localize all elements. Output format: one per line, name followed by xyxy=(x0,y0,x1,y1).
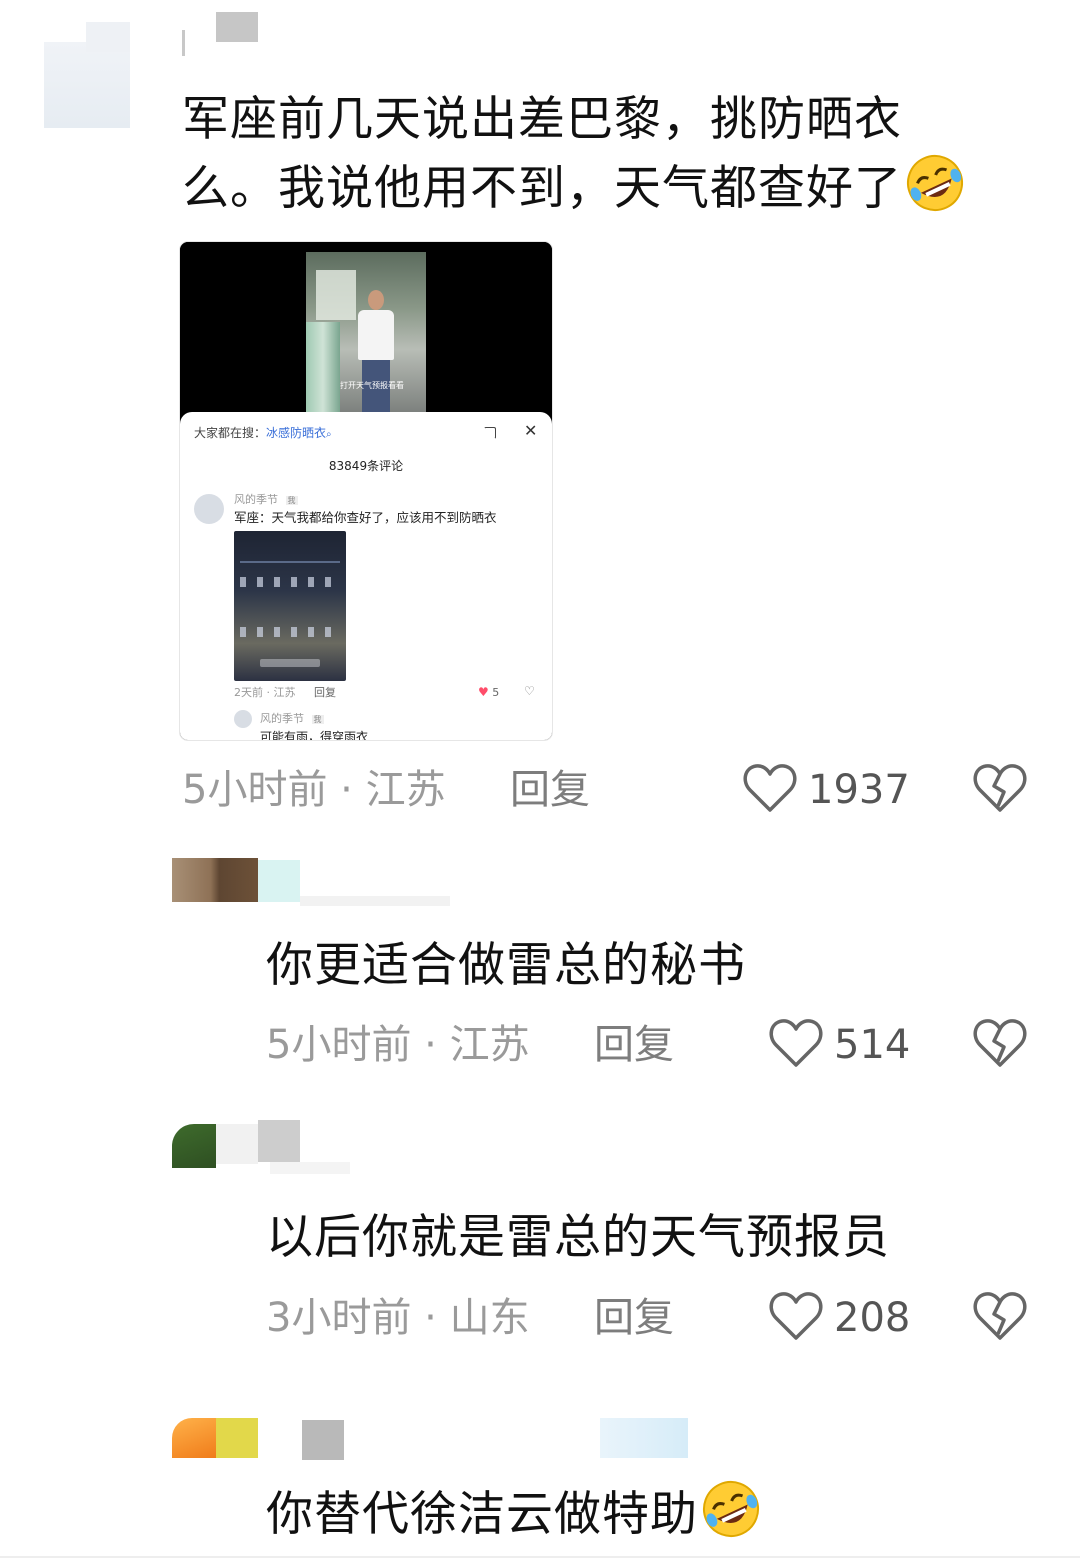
comment-text-line1: 军座前几天说出差巴黎，挑防晒衣 xyxy=(182,92,902,147)
rofl-emoji xyxy=(902,152,968,231)
inner-username[interactable]: 风的季节 我 xyxy=(234,492,298,509)
heart-outline-icon[interactable] xyxy=(742,762,798,814)
comment-text: 你更适合做雷总的秘书 xyxy=(266,938,746,993)
author-tag: 我 xyxy=(285,496,298,505)
inner-comment-text: 军座：天气我都给你查好了，应该用不到防晒衣 xyxy=(234,510,497,525)
time-location: 3小时前 · 山东 xyxy=(266,1295,530,1341)
video-area: 打开天气预报看看 xyxy=(180,242,552,414)
bottom-divider xyxy=(0,1556,1080,1558)
avatar-blurred-top xyxy=(86,22,130,52)
heart-outline-icon[interactable] xyxy=(768,1017,824,1069)
comment-text: 军座前几天说出差巴黎，挑防晒衣 么。我说他用不到，天气都查好了 xyxy=(182,88,1062,231)
username-blurred-under xyxy=(300,896,450,906)
search-term-link[interactable]: 冰感防晒衣 xyxy=(266,426,326,440)
like-count: 514 xyxy=(834,1022,911,1068)
username-fragment xyxy=(182,30,199,56)
inner-reply-button[interactable]: 回复 xyxy=(314,685,336,701)
avatar-blurred[interactable] xyxy=(172,858,258,902)
comment-count: 83849条评论 xyxy=(328,459,404,473)
inner-time-location: 2天前 · 江苏 xyxy=(234,686,296,699)
inner-like[interactable]: ♥ 5 xyxy=(478,684,499,701)
time-location: 5小时前 · 江苏 xyxy=(266,1022,530,1068)
clothes-rack xyxy=(306,322,340,414)
inner-reply-avatar[interactable] xyxy=(234,710,252,728)
inner-reply-text: 可能有雨，得穿雨衣 xyxy=(260,730,369,740)
rofl-emoji xyxy=(698,1478,764,1557)
search-bar[interactable]: 大家都在搜：冰感防晒衣⌕ xyxy=(194,425,332,443)
username-blurred-under xyxy=(270,1162,350,1174)
comment-text: 以后你就是雷总的天气预报员 xyxy=(266,1210,890,1265)
weather-screenshot[interactable] xyxy=(234,531,346,681)
heart-outline-icon[interactable] xyxy=(768,1290,824,1342)
broken-heart-icon[interactable] xyxy=(972,1290,1028,1342)
search-icon: ⌕ xyxy=(326,429,332,440)
reply-button[interactable]: 回复 xyxy=(594,1294,674,1342)
heart-filled-icon: ♥ xyxy=(478,685,489,699)
broken-heart-icon[interactable] xyxy=(972,1017,1028,1069)
avatar-blurred-right xyxy=(216,1124,258,1164)
person-figure xyxy=(354,290,398,414)
reply-button[interactable]: 回复 xyxy=(510,766,590,814)
username-blurred[interactable] xyxy=(258,860,300,902)
username-blurred-extra xyxy=(600,1418,688,1458)
username-blurred[interactable] xyxy=(258,1120,300,1162)
comment-text: 你替代徐洁云做特助 xyxy=(266,1478,1046,1557)
time-location: 5小时前 · 江苏 xyxy=(182,767,446,813)
close-icon[interactable]: ✕ xyxy=(524,423,537,439)
expand-icon[interactable] xyxy=(484,427,496,439)
status-bar xyxy=(180,242,552,252)
avatar-blurred[interactable] xyxy=(172,1124,216,1168)
comment-text-line2: 么。我说他用不到，天气都查好了 xyxy=(182,152,1062,231)
video-subtitle: 打开天气预报看看 xyxy=(340,381,404,390)
like-count: 1937 xyxy=(808,767,910,813)
username-blurred[interactable] xyxy=(216,12,258,42)
inner-reply-username[interactable]: 风的季节 我 xyxy=(260,711,324,728)
avatar-blurred[interactable] xyxy=(44,42,130,128)
inner-avatar[interactable] xyxy=(194,494,224,524)
broken-heart-icon[interactable] xyxy=(972,762,1028,814)
avatar-blurred-right xyxy=(216,1418,258,1458)
inner-dislike-icon[interactable]: ♡ xyxy=(524,683,535,699)
avatar-blurred[interactable] xyxy=(172,1418,216,1458)
window-light xyxy=(316,270,356,320)
video-frame: 打开天气预报看看 xyxy=(306,252,426,414)
embedded-screenshot[interactable]: 打开天气预报看看 大家都在搜：冰感防晒衣⌕ ✕ 83849条评论 风的季节 我 … xyxy=(180,242,552,740)
like-count: 208 xyxy=(834,1295,911,1341)
reply-button[interactable]: 回复 xyxy=(594,1021,674,1069)
comments-panel: 大家都在搜：冰感防晒衣⌕ ✕ 83849条评论 风的季节 我 军座：天气我都给你… xyxy=(180,412,552,740)
username-blurred[interactable] xyxy=(302,1420,344,1460)
